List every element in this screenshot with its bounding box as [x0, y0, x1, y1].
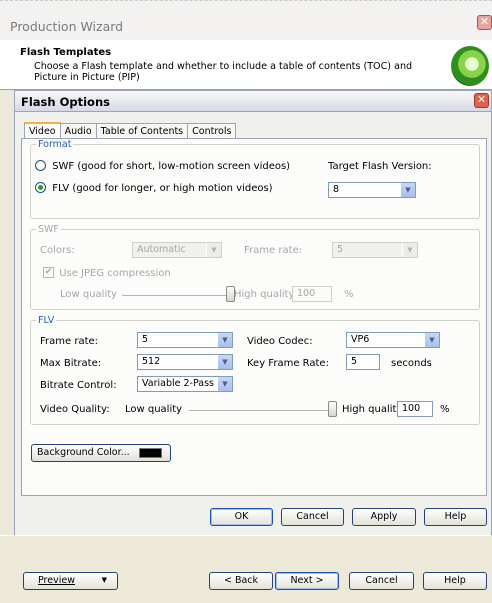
tab-bar: Video Audio Table of Contents Controls	[24, 122, 237, 140]
swf-colors-label: Colors:	[40, 245, 75, 256]
flash-options-dialog: Flash Options ✕ Video Audio Table of Con…	[14, 90, 492, 536]
jpeg-compression-checkbox[interactable]: ✔	[43, 267, 54, 278]
flv-radio-label: FLV (good for longer, or high motion vid…	[52, 182, 273, 194]
tab-audio[interactable]: Audio	[59, 123, 97, 139]
format-legend: Format	[38, 139, 72, 150]
flv-frame-rate-label: Frame rate:	[40, 336, 99, 347]
chevron-down-icon[interactable]: ▼	[402, 243, 417, 257]
swf-radio-label: SWF (good for short, low-motion screen v…	[52, 160, 291, 172]
back-button[interactable]: < Back	[209, 572, 273, 590]
swf-quality-field[interactable]: 100	[292, 286, 332, 302]
bitrate-control-select[interactable]: Variable 2-Pass ▼	[137, 376, 233, 392]
format-group: Format	[30, 139, 480, 219]
flv-frame-rate-select[interactable]: 5 ▼	[137, 332, 233, 348]
wizard-close-icon[interactable]: ✕	[477, 15, 492, 30]
wizard-title-bar: Production Wizard ✕	[0, 0, 492, 40]
swf-legend: SWF	[38, 224, 59, 235]
video-codec-label: Video Codec:	[247, 336, 313, 347]
dialog-help-button[interactable]: Help	[424, 508, 487, 526]
flv-low-quality-label: Low quality	[125, 404, 183, 415]
max-bitrate-label: Max Bitrate:	[40, 358, 102, 369]
dialog-cancel-button[interactable]: Cancel	[281, 508, 344, 526]
seconds-label: seconds	[391, 358, 432, 369]
wizard-help-button[interactable]: Help	[423, 572, 487, 590]
wizard-header: Flash Templates Choose a Flash template …	[0, 40, 492, 90]
max-bitrate-select[interactable]: 512 ▼	[137, 354, 233, 370]
swf-colors-select[interactable]: Automatic ▼	[132, 242, 222, 258]
swf-high-quality-label: High quality	[234, 289, 295, 300]
flv-quality-slider-track[interactable]	[189, 410, 328, 412]
green-orb-logo-icon	[451, 46, 489, 86]
flv-frame-rate-value: 5	[142, 334, 149, 345]
target-flash-version-select[interactable]: 8 ▼	[328, 182, 416, 198]
swf-quality-slider-track[interactable]	[122, 295, 226, 297]
swf-colors-value: Automatic	[137, 244, 186, 255]
flv-legend: FLV	[38, 315, 55, 326]
key-frame-rate-field[interactable]: 5	[346, 354, 380, 370]
bitrate-control-value: Variable 2-Pass	[142, 378, 214, 389]
video-tab-panel: Format SWF (good for short, low-motion s…	[21, 138, 487, 496]
swf-frame-rate-value: 5	[337, 244, 344, 255]
target-flash-version-label: Target Flash Version:	[328, 161, 432, 172]
footer-separator	[0, 535, 492, 536]
video-codec-select[interactable]: VP6 ▼	[346, 332, 440, 348]
flv-quality-slider-thumb[interactable]	[328, 401, 337, 417]
flv-high-quality-label: High quality	[342, 404, 403, 415]
flv-radio[interactable]	[35, 182, 46, 193]
jpeg-compression-label: Use JPEG compression	[59, 267, 171, 279]
apply-button[interactable]: Apply	[352, 508, 416, 526]
wizard-cancel-button[interactable]: Cancel	[349, 572, 414, 590]
chevron-down-icon[interactable]: ▼	[424, 333, 439, 347]
ok-button[interactable]: OK	[210, 508, 273, 526]
swf-frame-rate-select[interactable]: 5 ▼	[332, 242, 418, 258]
swf-radio-row[interactable]: SWF (good for short, low-motion screen v…	[35, 160, 290, 172]
max-bitrate-value: 512	[142, 356, 161, 367]
preview-label: Preview	[38, 575, 75, 586]
swf-frame-rate-label: Frame rate:	[244, 245, 303, 256]
video-quality-label: Video Quality:	[40, 404, 110, 415]
preview-button[interactable]: Preview ▼	[23, 572, 118, 590]
chevron-down-icon[interactable]: ▼	[206, 243, 221, 257]
background-color-button[interactable]: Background Color...	[31, 444, 171, 462]
tab-table-of-contents[interactable]: Table of Contents	[95, 123, 189, 139]
key-frame-rate-label: Key Frame Rate:	[247, 358, 329, 369]
dialog-title: Flash Options	[21, 95, 110, 109]
bitrate-control-label: Bitrate Control:	[40, 380, 117, 391]
video-codec-value: VP6	[351, 334, 370, 345]
next-button[interactable]: Next >	[275, 572, 339, 590]
swf-low-quality-label: Low quality	[60, 289, 118, 300]
chevron-down-icon[interactable]: ▼	[217, 355, 232, 369]
background-color-swatch	[138, 447, 162, 458]
flv-quality-field[interactable]: 100	[397, 401, 433, 417]
dialog-title-bar: Flash Options ✕	[15, 91, 491, 112]
jpeg-compression-row[interactable]: ✔ Use JPEG compression	[43, 267, 171, 279]
header-title: Flash Templates	[20, 47, 112, 58]
flv-radio-row[interactable]: FLV (good for longer, or high motion vid…	[35, 182, 273, 194]
background-color-label: Background Color...	[37, 447, 130, 458]
flv-percent-label: %	[440, 404, 450, 415]
tab-controls[interactable]: Controls	[187, 123, 237, 139]
wizard-title: Production Wizard	[10, 19, 124, 34]
target-flash-version-value: 8	[333, 184, 340, 195]
swf-percent-label: %	[344, 289, 354, 300]
chevron-down-icon[interactable]: ▼	[217, 333, 232, 347]
swf-radio[interactable]	[35, 160, 46, 171]
chevron-down-icon[interactable]: ▼	[400, 183, 415, 197]
header-description: Choose a Flash template and whether to i…	[34, 61, 413, 83]
chevron-down-icon[interactable]: ▼	[217, 377, 232, 391]
dialog-close-icon[interactable]: ✕	[474, 93, 489, 108]
dropdown-arrow-icon: ▼	[101, 576, 107, 584]
